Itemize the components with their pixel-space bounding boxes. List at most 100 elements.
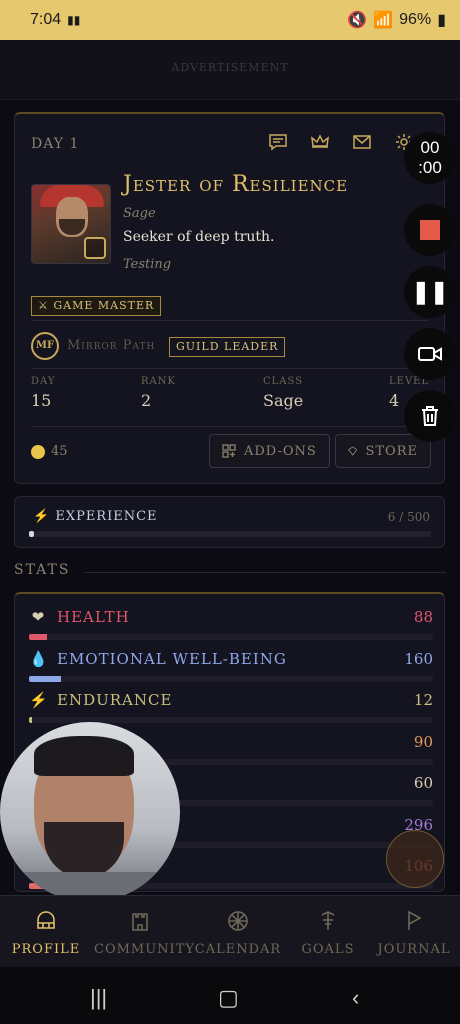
timer-line2: :00 — [418, 158, 442, 177]
tab-label: PROFILE — [11, 942, 81, 957]
tab-label: GOALS — [301, 942, 355, 957]
pause-icon: ❚❚ — [411, 279, 449, 304]
add-ons-button[interactable]: ADD-ONS — [209, 434, 330, 468]
guild-leader-tag: GUILD LEADER — [169, 337, 286, 357]
battery-text: 96% — [399, 11, 432, 28]
experience-title: ⚡ EXPERIENCE — [33, 509, 158, 524]
add-ons-label: ADD-ONS — [244, 443, 317, 459]
experience-label: EXPERIENCE — [55, 509, 158, 524]
store-label: STORE — [365, 443, 418, 459]
character-name: Jester of Resilience — [123, 172, 349, 197]
avatar[interactable] — [31, 184, 111, 264]
pause-button[interactable]: ❚❚ — [404, 266, 456, 318]
divider — [84, 572, 446, 573]
tab-label: JOURNAL — [377, 942, 451, 957]
character-subtitle: Testing — [123, 257, 172, 272]
webcam-overlay[interactable] — [0, 722, 180, 902]
recents-icon[interactable]: ||| — [90, 985, 107, 1011]
status-bar: 7:04 ▮▮ 🔇 📶 96% ▮ — [0, 0, 460, 40]
flag-icon — [408, 910, 422, 930]
path-badge-icon: MF — [31, 332, 59, 360]
tab-journal[interactable]: JOURNAL — [368, 910, 460, 957]
castle-icon — [132, 913, 148, 931]
profile-actions — [268, 132, 414, 152]
avatar-frame-icon — [84, 237, 106, 259]
coin-count: 45 — [51, 444, 68, 459]
tab-community[interactable]: COMMUNITY — [94, 910, 195, 957]
back-icon[interactable]: ‹ — [352, 985, 359, 1011]
tab-label: CALENDAR — [194, 942, 282, 957]
stat-row[interactable]: ❤ HEALTH 88 — [29, 608, 433, 648]
battery-icon: ▮ — [437, 12, 446, 29]
stat-value: 160 — [404, 649, 433, 668]
crown-icon[interactable] — [310, 132, 330, 152]
character-motto: Seeker of deep truth. — [123, 229, 275, 245]
bottom-tab-bar: PROFILE COMMUNITY CALENDAR GOALS JOURNAL — [0, 895, 460, 967]
gem-icon — [348, 446, 358, 456]
stat-bar-fill — [29, 675, 62, 682]
camera-toggle-button[interactable] — [404, 328, 456, 380]
stat-bar — [29, 675, 433, 682]
mail-icon[interactable] — [352, 132, 372, 152]
profile-card: DAY 1 Jester of Resilience Sage Seeker o… — [14, 112, 445, 484]
bolt-icon: ⚡ — [33, 509, 51, 524]
tab-profile[interactable]: PROFILE — [0, 910, 92, 957]
day-label: DAY 1 — [31, 136, 80, 152]
home-icon[interactable]: ▢ — [218, 985, 239, 1011]
heart-icon: ❤ — [31, 608, 45, 626]
status-time: 7:04 — [30, 11, 62, 28]
kpi-value: 15 — [31, 391, 52, 410]
stat-row[interactable]: 💧 EMOTIONAL WELL-BEING 160 — [29, 650, 433, 690]
divider — [31, 426, 429, 427]
webcam-hair — [34, 736, 134, 776]
stat-value: 12 — [413, 691, 433, 709]
tab-goals[interactable]: GOALS — [282, 910, 374, 957]
delete-recording-button[interactable] — [404, 390, 456, 442]
experience-count: 6 / 500 — [387, 510, 430, 524]
wifi-icon: 📶 — [373, 12, 394, 29]
kpi-label: CLASS — [263, 376, 304, 387]
advertisement-label: ADVERTISEMENT — [171, 61, 289, 74]
tab-calendar[interactable]: CALENDAR — [192, 910, 284, 957]
signal-bars-icon: ▮▮ — [67, 13, 81, 27]
mute-icon: 🔇 — [347, 12, 368, 29]
stat-bar-fill — [29, 634, 47, 640]
profile-kpis: DAY 15 RANK 2 CLASS Sage LEVEL 4 — [31, 376, 431, 416]
grid-icon — [222, 444, 236, 458]
droplet-icon: 💧 — [29, 649, 48, 668]
path-name: Mirror Path — [67, 338, 156, 353]
kpi-value: 2 — [141, 391, 152, 410]
chat-icon[interactable] — [268, 132, 288, 152]
character-class: Sage — [123, 206, 156, 221]
bolt-icon: ⚡ — [29, 691, 48, 709]
kpi-label: DAY — [31, 376, 56, 387]
coin-icon — [31, 444, 45, 459]
stop-icon — [420, 220, 440, 240]
kpi-class: CLASS Sage — [263, 376, 303, 410]
stop-record-button[interactable] — [404, 204, 456, 256]
experience-fill — [29, 531, 34, 537]
advertisement-banner[interactable]: ADVERTISEMENT — [0, 40, 460, 100]
stat-label: ENDURANCE — [57, 691, 173, 709]
experience-card: ⚡ EXPERIENCE 6 / 500 — [14, 496, 445, 548]
stat-bar — [29, 634, 433, 640]
stat-label: EMOTIONAL WELL-BEING — [57, 649, 287, 668]
trash-icon — [422, 406, 438, 426]
divider — [31, 320, 429, 321]
game-master-tag: ⚔ GAME MASTER — [31, 296, 162, 316]
store-button[interactable]: STORE — [335, 434, 431, 468]
recorder-timer: 00 :00 — [404, 132, 456, 184]
stat-value: 90 — [413, 732, 433, 751]
system-nav-bar: ||| ▢ ‹ — [0, 967, 460, 1024]
wheel-icon — [228, 911, 248, 931]
timer-line1: 00 — [420, 138, 440, 157]
divider — [31, 368, 429, 369]
experience-bar — [29, 531, 431, 537]
floating-action-button[interactable] — [386, 830, 444, 888]
video-camera-icon — [418, 347, 442, 361]
helmet-icon — [37, 911, 55, 929]
stat-label: HEALTH — [57, 608, 130, 626]
tab-label: COMMUNITY — [94, 942, 195, 957]
stat-value: 60 — [413, 774, 433, 792]
stats-heading: STATS — [14, 562, 71, 578]
